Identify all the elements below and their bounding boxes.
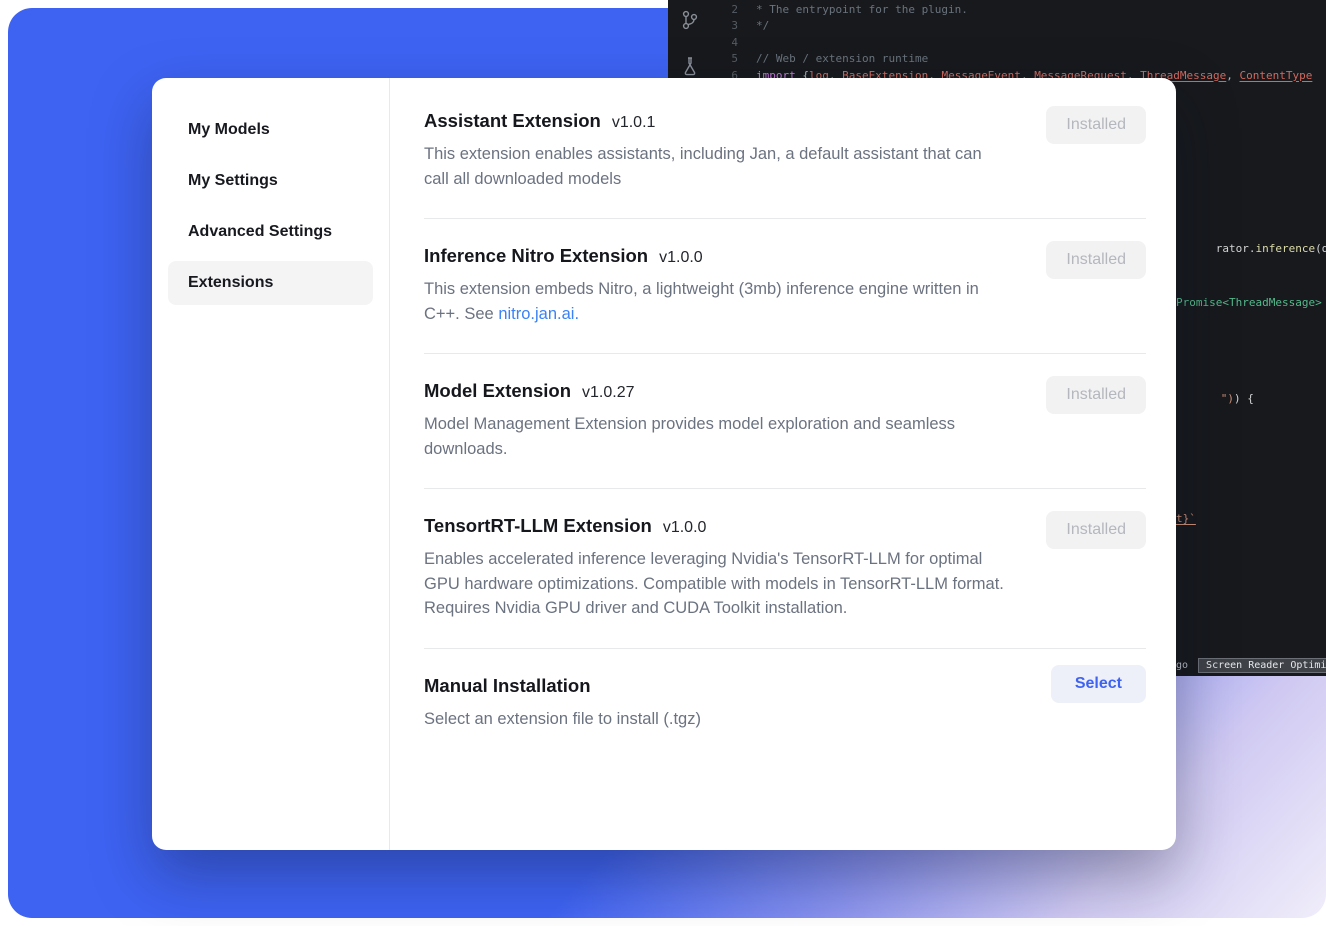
statusbar-text: go (1176, 660, 1188, 671)
settings-card: My Models My Settings Advanced Settings … (152, 78, 1176, 850)
code-fragment: rator.inference(data)); (1176, 229, 1326, 268)
settings-sidebar: My Models My Settings Advanced Settings … (152, 78, 390, 850)
extension-version: v1.0.0 (663, 519, 707, 537)
line-number: 3 (708, 18, 738, 34)
code-lines: 2* The entrypoint for the plugin. 3*/ 4 … (708, 2, 1326, 84)
extension-description: Model Management Extension provides mode… (424, 412, 1009, 461)
desktop: 2* The entrypoint for the plugin. 3*/ 4 … (0, 0, 1326, 926)
extension-title: Model Extension (424, 380, 571, 402)
editor-gutter (676, 10, 704, 76)
code-line: 2 * The entrypoint for the plugin. (708, 2, 1326, 18)
extension-description: Enables accelerated inference leveraging… (424, 547, 1009, 621)
line-number: 2 (708, 2, 738, 18)
code-fragment: Promise<ThreadMessage> (1176, 296, 1322, 309)
code-comment: * The entrypoint for the plugin. (756, 2, 968, 18)
manual-installation-title: Manual Installation (424, 675, 591, 697)
manual-installation-section: Manual Installation Select an extension … (424, 649, 1146, 759)
extension-version: v1.0.1 (612, 114, 656, 132)
installed-button[interactable]: Installed (1046, 106, 1146, 144)
code-comment: // Web / extension runtime (756, 51, 928, 67)
code-line: 3 */ (708, 18, 1326, 34)
code-comment: */ (756, 18, 769, 34)
sidebar-item-advanced-settings[interactable]: Advanced Settings (168, 210, 373, 254)
extension-section-tensorrt: TensortRT-LLM Extension v1.0.0 Enables a… (424, 489, 1146, 649)
line-number: 5 (708, 51, 738, 67)
installed-button[interactable]: Installed (1046, 511, 1146, 549)
extension-description: This extension enables assistants, inclu… (424, 142, 1009, 191)
extension-section-assistant: Assistant Extension v1.0.1 This extensio… (424, 84, 1146, 219)
installed-button[interactable]: Installed (1046, 241, 1146, 279)
code-fragment: t}` (1176, 512, 1196, 525)
extension-title: Assistant Extension (424, 110, 601, 132)
sidebar-item-extensions[interactable]: Extensions (168, 261, 373, 305)
screen-reader-badge[interactable]: Screen Reader Optimized (1198, 658, 1326, 673)
extension-section-nitro: Inference Nitro Extension v1.0.0 This ex… (424, 219, 1146, 354)
installed-button[interactable]: Installed (1046, 376, 1146, 414)
nitro-jan-ai-link[interactable]: nitro.jan.ai. (498, 305, 579, 323)
extension-description: This extension embeds Nitro, a lightweig… (424, 277, 1009, 326)
git-branch-icon (681, 10, 699, 30)
extension-version: v1.0.27 (582, 384, 634, 402)
code-fragment: ")) { (1181, 379, 1254, 418)
extensions-list: Assistant Extension v1.0.1 This extensio… (390, 78, 1176, 850)
extension-title: TensortRT-LLM Extension (424, 515, 652, 537)
manual-installation-description: Select an extension file to install (.tg… (424, 707, 1009, 732)
extension-version: v1.0.0 (659, 249, 703, 267)
extension-section-model: Model Extension v1.0.27 Model Management… (424, 354, 1146, 489)
beaker-icon (681, 56, 699, 76)
line-number: 4 (708, 35, 738, 51)
select-file-button[interactable]: Select (1051, 665, 1146, 703)
code-line: 4 (708, 35, 1326, 51)
sidebar-item-my-models[interactable]: My Models (168, 108, 373, 152)
sidebar-item-my-settings[interactable]: My Settings (168, 159, 373, 203)
extension-title: Inference Nitro Extension (424, 245, 648, 267)
code-line: 5 // Web / extension runtime (708, 51, 1326, 67)
